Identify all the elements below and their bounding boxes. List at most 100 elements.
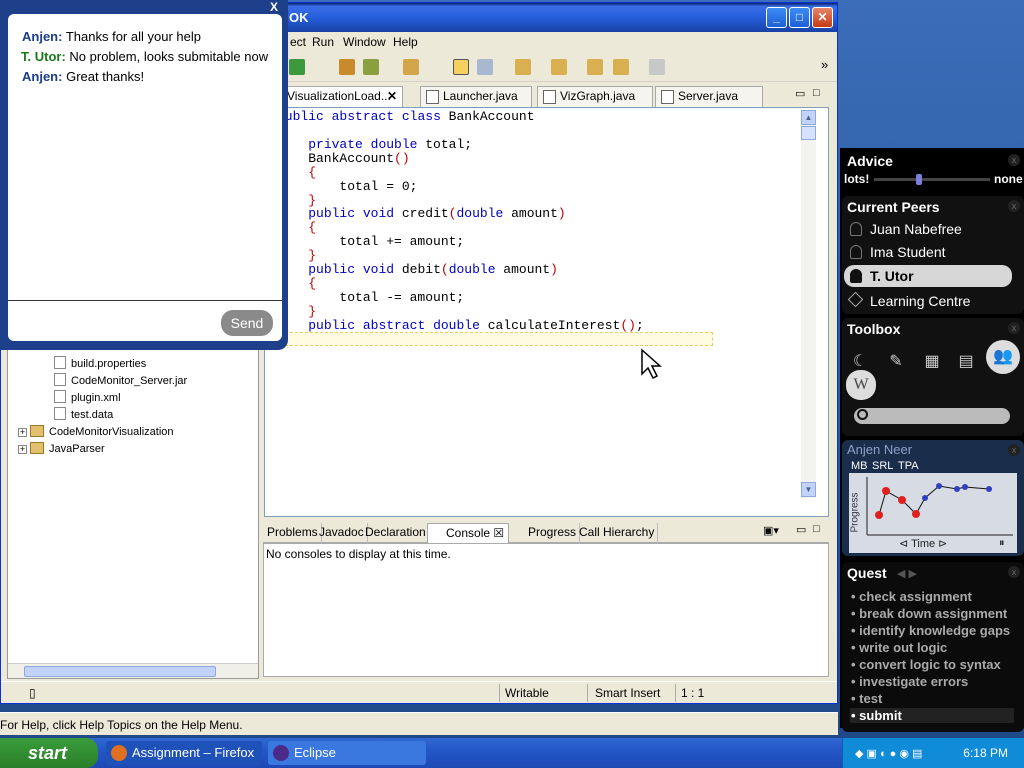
code-line[interactable]: { — [277, 276, 644, 291]
toolbox-search-input[interactable] — [854, 408, 1010, 424]
code-text[interactable]: public abstract class BankAccount{ priva… — [277, 110, 644, 346]
tab-tpa[interactable]: TPA — [898, 460, 919, 472]
close-button[interactable]: ✕ — [812, 7, 833, 28]
menu-help[interactable]: Help — [393, 35, 418, 49]
code-line[interactable]: { — [277, 123, 644, 138]
prev-annotation-icon[interactable] — [551, 59, 567, 75]
menu-window[interactable]: Window — [343, 35, 386, 49]
tab-vizgraph[interactable]: VizGraph.java — [537, 86, 653, 107]
minimize-button[interactable]: _ — [766, 7, 787, 28]
tab-progress[interactable]: Progress — [525, 523, 581, 543]
notes-icon[interactable]: ▤ — [952, 348, 980, 376]
close-chat-button[interactable]: X — [270, 0, 278, 14]
quest-item-current[interactable]: • submit — [850, 708, 1014, 723]
code-line[interactable]: } — [277, 332, 644, 346]
menu-run[interactable]: Run — [312, 35, 334, 49]
forward-icon[interactable] — [649, 59, 665, 75]
tree-item-javaparser[interactable]: + JavaParser — [18, 441, 105, 457]
code-line[interactable]: } — [277, 193, 644, 208]
peer-learning-centre[interactable]: Learning Centre — [844, 290, 1012, 312]
tab-server[interactable]: Server.java — [655, 86, 763, 107]
tab-mb[interactable]: MB — [851, 460, 868, 472]
menu-project[interactable]: ect — [290, 35, 306, 49]
start-button[interactable]: start — [0, 738, 98, 768]
highlight-icon[interactable] — [453, 59, 469, 75]
tab-srl[interactable]: SRL — [872, 460, 893, 472]
tab-console[interactable]: Console ☒ — [427, 523, 509, 543]
close-icon[interactable]: x — [1008, 566, 1020, 578]
brush-icon[interactable]: ✎ — [882, 348, 910, 376]
quest-item[interactable]: • check assignment — [851, 589, 972, 604]
close-tab-icon[interactable]: ✕ — [387, 87, 397, 106]
close-icon[interactable]: x — [1008, 444, 1020, 456]
quest-item[interactable]: • test — [851, 691, 882, 706]
open-console-icon[interactable]: ▣▾ — [763, 524, 779, 537]
tab-declaration[interactable]: Declaration — [362, 523, 430, 543]
scroll-up-icon[interactable]: ▲ — [801, 110, 816, 125]
tree-item-build-properties[interactable]: build.properties — [54, 356, 146, 372]
code-line[interactable]: BankAccount() — [277, 151, 644, 166]
tab-problems[interactable]: Problems — [264, 523, 322, 543]
pause-icon[interactable]: ⏸ — [999, 537, 1005, 550]
tab-call-hierarchy[interactable]: Call Hierarchy — [576, 523, 659, 543]
tab-launcher[interactable]: Launcher.java — [420, 86, 532, 107]
code-line[interactable]: public abstract class BankAccount — [277, 110, 644, 124]
code-line[interactable]: private double total; — [277, 137, 644, 152]
block-icon[interactable] — [477, 59, 493, 75]
tree-horizontal-scrollbar[interactable] — [8, 663, 258, 678]
code-line[interactable]: public abstract double calculateInterest… — [277, 318, 644, 333]
code-line[interactable]: total += amount; — [277, 235, 644, 249]
open-type-icon[interactable] — [339, 59, 355, 75]
run-icon[interactable] — [289, 59, 305, 75]
scroll-down-icon[interactable]: ▼ — [801, 482, 816, 497]
tree-item-plugin-xml[interactable]: plugin.xml — [54, 390, 121, 406]
quest-nav-icon[interactable]: ◀ ▶ — [897, 567, 917, 580]
code-line[interactable]: } — [277, 249, 644, 263]
code-line[interactable]: { — [277, 221, 644, 235]
advice-slider-handle[interactable] — [916, 174, 922, 185]
open-folder-icon[interactable] — [403, 59, 419, 75]
tree-item-server-jar[interactable]: CodeMonitor_Server.jar — [54, 373, 187, 389]
quest-item[interactable]: • investigate errors — [851, 674, 968, 689]
scroll-thumb[interactable] — [24, 666, 216, 677]
code-line[interactable]: { — [277, 165, 644, 180]
expand-icon[interactable]: + — [18, 428, 27, 437]
time-scrubber[interactable]: ⊲ Time ⊳ — [899, 537, 947, 550]
task-eclipse[interactable]: Eclipse — [268, 741, 426, 765]
peers-icon[interactable]: 👥 — [986, 340, 1020, 374]
wikipedia-icon[interactable]: W — [846, 370, 876, 400]
scroll-thumb[interactable] — [801, 126, 816, 140]
code-line[interactable]: public void debit(double amount) — [277, 263, 644, 277]
tray-icons[interactable]: ◆ ▣ ◐ ● ◉ ▤ — [855, 747, 922, 760]
advice-slider[interactable] — [874, 174, 990, 185]
quest-item[interactable]: • break down assignment — [851, 606, 1007, 621]
close-tab-icon[interactable]: ☒ — [493, 526, 504, 540]
overflow-icon[interactable]: » — [821, 57, 828, 72]
task-firefox[interactable]: Assignment – Firefox — [106, 741, 262, 765]
code-line[interactable]: public void credit(double amount) — [277, 207, 644, 221]
send-button[interactable]: Send — [221, 310, 273, 336]
peer-t-utor[interactable]: T. Utor — [844, 265, 1012, 287]
quest-item[interactable]: • write out logic — [851, 640, 947, 655]
maximize-view-icon[interactable]: □ — [813, 523, 820, 535]
tree-item-codemonitor-visualization[interactable]: + CodeMonitorVisualization — [18, 424, 174, 440]
chat-input[interactable] — [12, 304, 212, 334]
fast-view-icon[interactable]: ▯ — [29, 686, 36, 700]
tab-javadoc[interactable]: Javadoc — [316, 523, 368, 543]
next-annotation-icon[interactable] — [515, 59, 531, 75]
back-icon[interactable] — [613, 59, 629, 75]
open-task-icon[interactable] — [363, 59, 379, 75]
expand-icon[interactable]: + — [18, 445, 27, 454]
code-editor[interactable]: public abstract class BankAccount{ priva… — [264, 107, 829, 517]
quest-item[interactable]: • identify knowledge gaps — [851, 623, 1010, 638]
maximize-button[interactable]: □ — [789, 7, 810, 28]
close-icon[interactable]: x — [1008, 200, 1020, 212]
close-icon[interactable]: x — [1008, 154, 1020, 166]
last-edit-icon[interactable] — [587, 59, 603, 75]
peer-ima-student[interactable]: Ima Student — [844, 241, 1012, 263]
calculator-icon[interactable]: ▦ — [918, 348, 946, 376]
minimize-view-icon[interactable]: ▭ — [796, 523, 806, 536]
tree-item-test-data[interactable]: test.data — [54, 407, 113, 423]
tab-visualization-loader[interactable]: VisualizationLoad... ✕ — [271, 86, 403, 107]
editor-vertical-scrollbar[interactable]: ▲ ▼ — [801, 110, 816, 498]
